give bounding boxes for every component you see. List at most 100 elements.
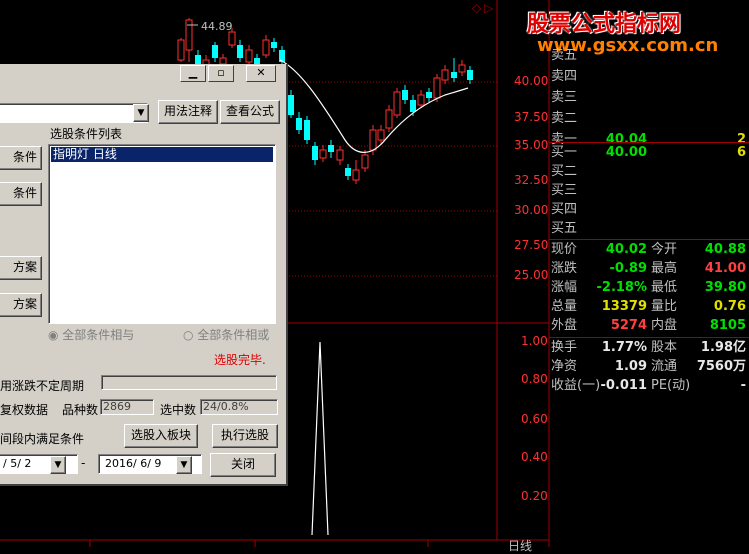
period-field[interactable] bbox=[101, 375, 277, 390]
count-value: 2869 bbox=[100, 399, 154, 415]
date-from-input[interactable]: / 5/ 2 bbox=[0, 454, 78, 474]
stat-value: 1.09 bbox=[614, 359, 647, 374]
stat-label: 换手 bbox=[551, 340, 578, 355]
condition-list-item[interactable]: 指明灯 日线 bbox=[51, 147, 273, 162]
stat-label: 涨跌 bbox=[551, 261, 578, 276]
price-axis-label: 37.50 bbox=[514, 110, 549, 124]
quote-row: 收益(一) -0.011 PE(动) - bbox=[550, 376, 749, 395]
candle-body bbox=[262, 39, 270, 56]
stat-label: 最低 bbox=[651, 280, 678, 295]
candle-body bbox=[433, 77, 441, 99]
stat-label: 今开 bbox=[651, 242, 678, 257]
stat-value: 40.88 bbox=[704, 242, 746, 257]
usage-notes-button[interactable]: 用法注释 bbox=[158, 100, 218, 124]
stat-value: 39.80 bbox=[704, 280, 746, 295]
candle-body bbox=[288, 95, 294, 115]
candle-body bbox=[369, 129, 377, 151]
quote-row: 涨幅 -2.18% 最低 39.80 bbox=[550, 278, 749, 297]
selected-label: 选中数 bbox=[160, 403, 197, 417]
radio-and[interactable]: ◉ 全部条件相与 bbox=[48, 326, 134, 343]
candle-body bbox=[328, 145, 334, 152]
quote-row: 净资 1.09 流通 7560万 bbox=[550, 357, 749, 376]
candle-body bbox=[426, 92, 432, 98]
condition-list[interactable]: 指明灯 日线 bbox=[48, 144, 276, 324]
stat-value: 13379 bbox=[601, 299, 647, 314]
quote-row: 买一 40.00 6 bbox=[550, 143, 749, 162]
execute-button[interactable]: 执行选股 bbox=[212, 424, 278, 448]
load-scheme-button[interactable]: 方案 bbox=[0, 256, 42, 280]
nav-arrow-icon[interactable]: ▷ bbox=[484, 1, 494, 15]
to-block-button[interactable]: 选股入板块 bbox=[124, 424, 198, 448]
order-level-label: 卖二 bbox=[551, 111, 578, 126]
add-condition-button[interactable]: 条件 bbox=[0, 146, 42, 170]
indicator-axis-label: 1.00 bbox=[521, 334, 548, 348]
status-text: 选股完毕. bbox=[214, 353, 266, 367]
candle-body bbox=[467, 70, 473, 80]
view-formula-button[interactable]: 查看公式 bbox=[220, 100, 280, 124]
delete-condition-button[interactable]: 条件 bbox=[0, 182, 42, 206]
formula-select[interactable] bbox=[0, 103, 148, 123]
stat-value: 0.76 bbox=[713, 299, 746, 314]
stat-label: 涨幅 bbox=[551, 280, 578, 295]
dialog-titlebar[interactable] bbox=[0, 64, 286, 82]
minimize-button[interactable]: ▁ bbox=[180, 65, 206, 82]
candle-body bbox=[319, 149, 327, 159]
stat-label: 收益(一) bbox=[551, 378, 601, 393]
candle-body bbox=[296, 118, 302, 130]
candle-body bbox=[245, 49, 253, 63]
radio-and-icon: ◉ bbox=[48, 328, 63, 342]
quote-row: 买二 bbox=[550, 162, 749, 181]
order-volume: 6 bbox=[736, 145, 746, 160]
formula-select-arrow-icon[interactable]: ▼ bbox=[133, 104, 149, 122]
order-level-label: 买五 bbox=[551, 221, 578, 236]
candle-body bbox=[304, 120, 310, 140]
order-level-label: 卖四 bbox=[551, 69, 578, 84]
order-level-label: 买一 bbox=[551, 145, 578, 160]
quote-row: 卖四 bbox=[550, 67, 749, 86]
stat-value: -0.89 bbox=[609, 261, 647, 276]
indicator-axis-label: 0.80 bbox=[521, 372, 548, 386]
stat-label: 内盘 bbox=[651, 318, 678, 333]
stock-selector-dialog: ▁ ▫ ✕ ▼ 用法注释 查看公式 条件 条件 方案 方案 选股条件列表 指明灯… bbox=[0, 64, 288, 486]
nav-diamond-icon[interactable]: ◇ bbox=[472, 1, 482, 15]
price-axis-label: 35.00 bbox=[514, 138, 549, 152]
radio-or[interactable]: ○ 全部条件相或 bbox=[183, 326, 269, 343]
candle-body bbox=[237, 45, 243, 58]
stat-label: 流通 bbox=[651, 359, 678, 374]
candle-body bbox=[345, 168, 351, 176]
date-from-dropdown-icon[interactable]: ▼ bbox=[50, 456, 66, 474]
quote-row: 卖五 bbox=[550, 46, 749, 65]
option-period[interactable]: 用涨跌不定周期 bbox=[0, 377, 84, 394]
stat-label: 外盘 bbox=[551, 318, 578, 333]
stat-label: 量比 bbox=[651, 299, 678, 314]
stat-label: 现价 bbox=[551, 242, 578, 257]
date-separator: - bbox=[81, 456, 86, 470]
candle-body bbox=[458, 64, 466, 73]
price-axis-label: 27.50 bbox=[514, 238, 549, 252]
option-rights[interactable]: 复权数据 bbox=[0, 401, 48, 418]
candle-body bbox=[361, 154, 369, 169]
save-scheme-button[interactable]: 方案 bbox=[0, 293, 42, 317]
quote-row: 现价 40.02 今开 40.88 bbox=[550, 240, 749, 259]
maximize-button[interactable]: ▫ bbox=[208, 65, 234, 82]
stat-value: 40.02 bbox=[605, 242, 647, 257]
candle-body bbox=[177, 39, 185, 61]
quote-row: 卖二 bbox=[550, 109, 749, 128]
order-level-label: 买三 bbox=[551, 183, 578, 198]
date-to-dropdown-icon[interactable]: ▼ bbox=[176, 456, 192, 474]
stat-value: -0.011 bbox=[600, 378, 647, 393]
order-level-label: 买四 bbox=[551, 202, 578, 217]
order-level-label: 买二 bbox=[551, 164, 578, 179]
option-interval[interactable]: 间段内满足条件 bbox=[0, 430, 84, 447]
stat-label: PE(动) bbox=[651, 378, 691, 393]
close-dialog-button[interactable]: 关闭 bbox=[210, 453, 276, 477]
time-axis-ticks bbox=[89, 540, 429, 547]
price-axis-label: 40.00 bbox=[514, 74, 549, 88]
quote-row: 换手 1.77% 股本 1.98亿 bbox=[550, 338, 749, 357]
high-marker: 44.89 bbox=[201, 20, 233, 33]
close-button[interactable]: ✕ bbox=[246, 65, 276, 82]
price-axis-label: 32.50 bbox=[514, 173, 549, 187]
stat-value: 1.98亿 bbox=[700, 340, 746, 355]
candle-body bbox=[451, 72, 457, 78]
stat-value: 5274 bbox=[610, 318, 647, 333]
